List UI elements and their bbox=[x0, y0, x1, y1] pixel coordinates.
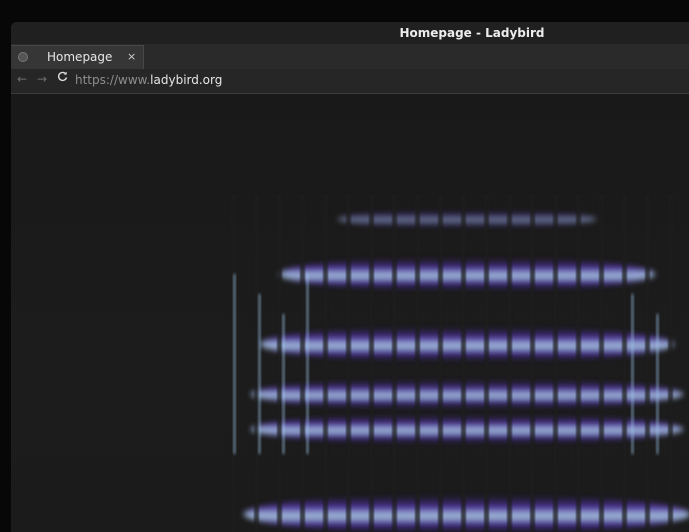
title-bar: Homepage - Ladybird bbox=[11, 22, 689, 44]
glow-band bbox=[250, 379, 684, 409]
striped-dome bbox=[231, 194, 689, 532]
ladybird-icon bbox=[18, 52, 28, 62]
dark-slit bbox=[461, 194, 466, 532]
dark-slit bbox=[484, 194, 489, 532]
dark-slit bbox=[438, 194, 443, 532]
dark-slit bbox=[668, 194, 673, 532]
dark-slit bbox=[415, 194, 420, 532]
tab-title: Homepage bbox=[47, 50, 113, 64]
close-tab-icon[interactable]: × bbox=[127, 50, 136, 63]
dark-slit bbox=[300, 194, 305, 532]
address-bar[interactable]: https://www.ladybird.org bbox=[75, 73, 222, 87]
window-title: Homepage - Ladybird bbox=[399, 26, 545, 40]
dark-slit bbox=[392, 194, 397, 532]
dark-slit bbox=[323, 194, 328, 532]
glow-band bbox=[260, 326, 674, 362]
back-arrow-icon[interactable]: ← bbox=[17, 72, 27, 86]
dark-slit bbox=[553, 194, 558, 532]
light-streak bbox=[656, 314, 659, 454]
tab-homepage[interactable]: Homepage × bbox=[11, 45, 144, 69]
light-streak bbox=[306, 274, 309, 454]
url-scheme: https://www. bbox=[75, 73, 151, 87]
dark-slit bbox=[530, 194, 535, 532]
light-streak bbox=[233, 274, 236, 454]
light-streak bbox=[282, 314, 285, 454]
dark-slit bbox=[277, 194, 282, 532]
page-content bbox=[11, 94, 689, 532]
browser-window: Homepage - Ladybird Homepage × ← → https… bbox=[11, 22, 689, 532]
rendered-page-graphic bbox=[231, 194, 689, 532]
light-streak bbox=[258, 294, 261, 454]
glow-band bbox=[250, 414, 684, 444]
url-host: ladybird.org bbox=[150, 73, 223, 87]
tab-bar: Homepage × bbox=[11, 44, 689, 70]
dark-slit bbox=[576, 194, 581, 532]
light-streak bbox=[631, 294, 634, 454]
dark-slit bbox=[622, 194, 627, 532]
dark-slit bbox=[599, 194, 604, 532]
forward-arrow-icon[interactable]: → bbox=[37, 72, 47, 86]
dark-slit bbox=[507, 194, 512, 532]
reload-icon[interactable] bbox=[57, 71, 68, 85]
dark-slit bbox=[346, 194, 351, 532]
navigation-bar: ← → https://www.ladybird.org bbox=[11, 69, 689, 94]
glow-band bbox=[279, 257, 655, 291]
dark-slit bbox=[369, 194, 374, 532]
dark-slit bbox=[645, 194, 650, 532]
